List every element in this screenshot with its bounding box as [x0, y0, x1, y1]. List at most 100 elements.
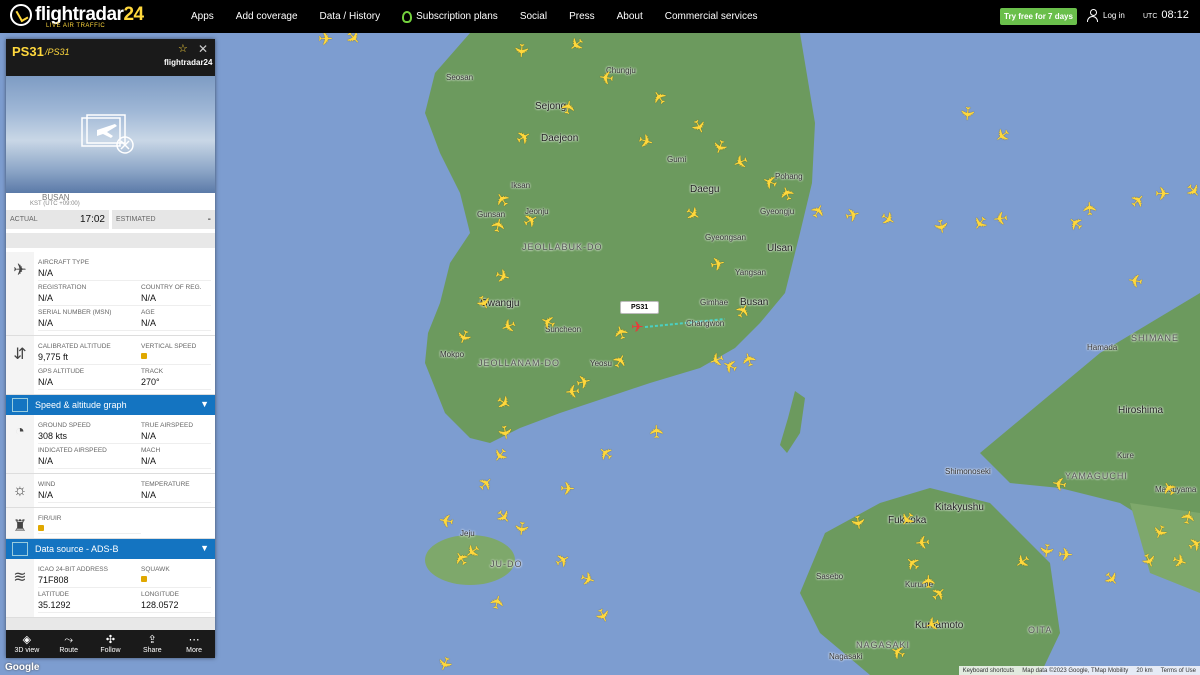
aircraft-icon[interactable]: ✈ — [847, 514, 869, 535]
lock-icon[interactable] — [141, 576, 147, 582]
actual-time: ACTUAL 17:02 — [6, 210, 112, 229]
nav-subscription-plans[interactable]: Subscription plans — [402, 10, 498, 23]
cube-icon: ◈ — [22, 634, 32, 646]
aircraft-icon[interactable]: ✈ — [929, 217, 952, 238]
nav-press[interactable]: Press — [569, 11, 595, 23]
share-icon: ⇪ — [147, 634, 157, 646]
aircraft-icon[interactable]: ✈ — [435, 509, 455, 531]
registration-value: N/A — [38, 293, 54, 303]
track-label: TRACK — [141, 368, 164, 375]
site-logo[interactable]: flightradar24 LIVE AIR TRAFFIC — [10, 4, 160, 29]
progress-row — [6, 229, 215, 252]
aircraft-icon[interactable]: ✈ — [511, 42, 532, 61]
more-icon: ⋯ — [188, 634, 200, 646]
nav-commercial-services[interactable]: Commercial services — [665, 11, 758, 23]
selected-flight-label[interactable]: PS31 — [620, 301, 660, 314]
flight-callsign-alt: /PS31 — [45, 47, 70, 57]
ground-speed-field: GROUND SPEED 308 kts — [38, 419, 141, 444]
msn-field: SERIAL NUMBER (MSN) N/A — [38, 306, 141, 331]
nav-about[interactable]: About — [617, 11, 643, 23]
map-place-label: Ulsan — [767, 243, 793, 254]
graph-icon — [12, 398, 28, 412]
lock-icon[interactable] — [141, 353, 147, 359]
vertical-speed-label: VERTICAL SPEED — [141, 343, 197, 350]
aircraft-icon[interactable]: ✈ — [989, 207, 1009, 229]
route-times: BUSAN KST (UTC +09:00) ACTUAL 17:02 ESTI… — [6, 193, 215, 229]
altitude-section: ⇵ CALIBRATED ALTITUDE 9,775 ft VERTICAL … — [6, 336, 215, 395]
speed-altitude-graph-toggle[interactable]: Speed & altitude graph ▼ — [6, 395, 215, 415]
share-button[interactable]: ⇪ Share — [131, 630, 173, 658]
3d-view-button[interactable]: ◈ 3D view — [6, 630, 48, 658]
nav-apps[interactable]: Apps — [191, 11, 214, 23]
selected-aircraft-icon[interactable]: ✈ — [631, 318, 644, 336]
lock-icon[interactable] — [38, 525, 44, 531]
try-free-button[interactable]: Try free for 7 days — [1000, 8, 1077, 25]
aircraft-icon[interactable]: ✈ — [560, 479, 579, 500]
aircraft-icon[interactable]: ✈ — [557, 95, 580, 117]
route-button[interactable]: ⤳ Route — [48, 630, 90, 658]
more-label: More — [186, 647, 203, 654]
chevron-down-icon: ▼ — [200, 399, 209, 409]
map-place-label: Gyeongju — [760, 207, 795, 216]
map-place-label: Hiroshima — [1118, 405, 1164, 416]
map-footer: Keyboard shortcuts Map data ©2023 Google… — [958, 666, 1200, 675]
antenna-icon — [12, 542, 28, 556]
altitude-icon: ⇵ — [6, 336, 34, 394]
wind-label: WIND — [38, 481, 56, 488]
terms-link[interactable]: Terms of Use — [1161, 668, 1196, 674]
ground-speed-value: 308 kts — [38, 431, 68, 441]
keyboard-shortcuts-link[interactable]: Keyboard shortcuts — [963, 668, 1015, 674]
map-place-label: Yangsan — [735, 268, 766, 277]
aircraft-icon[interactable]: ✈ — [595, 66, 616, 88]
close-icon[interactable]: ✕ — [198, 43, 208, 55]
squawk-label: SQUAWK — [141, 566, 170, 573]
more-button[interactable]: ⋯ More — [173, 630, 215, 658]
latitude-label: LATITUDE — [38, 591, 69, 598]
aircraft-icon[interactable]: ✈ — [1155, 184, 1173, 204]
aircraft-icon[interactable]: ✈ — [647, 421, 668, 440]
aircraft-icon[interactable]: ✈ — [1080, 198, 1101, 216]
true-airspeed-label: TRUE AIRSPEED — [141, 422, 194, 429]
aircraft-photo[interactable] — [6, 76, 215, 193]
map-place-label: Kitakyushu — [935, 502, 984, 513]
weather-section: ☼ WIND N/A TEMPERATURE N/A — [6, 474, 215, 508]
map-place-label: Sasebo — [816, 572, 844, 581]
actual-value: 17:02 — [79, 214, 105, 225]
map-place-label: JEOLLABUK-DO — [522, 242, 603, 252]
map-place-label: Daejeon — [541, 133, 579, 144]
logo-text: flightradar — [35, 4, 124, 25]
map-attribution: Map data ©2023 Google, TMap Mobility — [1022, 667, 1129, 674]
nav-social[interactable]: Social — [520, 11, 547, 23]
logo-number: 24 — [123, 4, 144, 25]
aircraft-icon[interactable]: ✈ — [708, 253, 730, 276]
aircraft-icon[interactable]: ✈ — [561, 380, 581, 401]
nav-add-coverage[interactable]: Add coverage — [236, 11, 298, 23]
aircraft-icon[interactable]: ✈ — [957, 105, 978, 125]
map-place-label: Shimonoseki — [945, 467, 991, 476]
flight-callsign: PS31 — [12, 44, 44, 59]
icao-label: ICAO 24-BIT ADDRESS — [38, 566, 108, 573]
aircraft-icon[interactable]: ✈ — [911, 531, 931, 552]
aircraft-icon[interactable]: ✈ — [318, 33, 336, 48]
true-airspeed-value: N/A — [141, 431, 157, 441]
aircraft-icon[interactable]: ✈ — [1057, 545, 1077, 566]
nav-data-history[interactable]: Data / History — [320, 11, 381, 23]
map-place-label: Nagasaki — [829, 652, 863, 661]
data-source-toggle[interactable]: Data source - ADS-B ▼ — [6, 539, 215, 559]
fir-section: ♜ FIR/UIR — [6, 508, 215, 539]
subscription-icon — [402, 10, 413, 23]
utc-time: 08:12 — [1161, 9, 1189, 21]
track-value: 270° — [141, 377, 160, 387]
aircraft-icon[interactable]: ✈ — [494, 423, 516, 445]
aircraft-icon[interactable]: ✈ — [1047, 472, 1069, 495]
longitude-value: 128.0572 — [141, 600, 179, 610]
aircraft-icon[interactable]: ✈ — [487, 213, 510, 235]
aircraft-icon[interactable]: ✈ — [510, 520, 531, 540]
route-icon: ⤳ — [64, 634, 74, 646]
aircraft-icon[interactable]: ✈ — [1124, 269, 1144, 291]
wind-value: N/A — [38, 490, 54, 500]
follow-button[interactable]: ✣ Follow — [90, 630, 132, 658]
aircraft-icon[interactable]: ✈ — [1035, 542, 1057, 562]
login-button[interactable]: Log in — [1087, 9, 1125, 22]
favorite-icon[interactable]: ☆ — [178, 44, 188, 55]
